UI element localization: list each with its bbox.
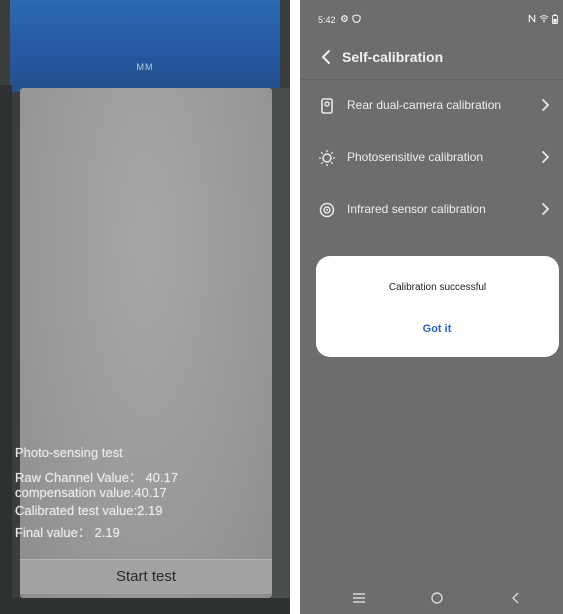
blue-tape: MM — [10, 0, 280, 92]
phone-bezel-right — [272, 88, 290, 614]
shield-icon — [352, 14, 361, 25]
phone-bezel-left — [0, 85, 12, 614]
photo-final-value: Final value： 2.19 — [15, 525, 120, 540]
home-icon[interactable] — [427, 588, 447, 608]
setting-row-infrared-sensor[interactable]: Infrared sensor calibration — [300, 184, 563, 236]
menu-icon[interactable] — [349, 588, 369, 608]
setting-label: Rear dual-camera calibration — [347, 98, 502, 112]
phone-screen: 5:42 Self-calibration Rear dual-camera c… — [300, 0, 563, 614]
setting-label: Infrared sensor calibration — [347, 202, 486, 216]
photo-raw-channel-value: Raw Channel Value： 40.17 — [15, 470, 179, 485]
app-header: Self-calibration — [300, 38, 563, 80]
chevron-right-icon — [541, 98, 551, 112]
status-bar: 5:42 — [300, 0, 563, 38]
wifi-icon — [539, 14, 549, 25]
sun-icon — [318, 149, 336, 167]
setting-row-photosensitive[interactable]: Photosensitive calibration — [300, 132, 563, 184]
battery-icon — [552, 14, 558, 26]
photo-test-title: Photo-sensing test — [15, 445, 123, 460]
got-it-button[interactable]: Got it — [402, 318, 472, 340]
phone-bezel-bottom — [0, 598, 290, 614]
back-arrow-icon[interactable] — [318, 48, 336, 66]
photo-calibrated-value: Calibrated test value:2.19 — [15, 503, 163, 518]
calibration-dialog: Calibration successful Got it — [316, 256, 559, 357]
navigation-bar — [300, 582, 563, 614]
chevron-right-icon — [541, 202, 551, 216]
photo-compensation-value: compensation value:40.17 — [15, 485, 167, 500]
photo-start-test-button: Start test — [20, 559, 272, 594]
tape-label: MM — [136, 62, 154, 72]
gear-icon — [340, 14, 349, 25]
device-photo: MM Photo-sensing test Raw Channel Value：… — [0, 0, 290, 614]
camera-icon — [318, 97, 336, 115]
chevron-right-icon — [541, 150, 551, 164]
page-title: Self-calibration — [342, 49, 444, 65]
setting-row-rear-dual-camera[interactable]: Rear dual-camera calibration — [300, 80, 563, 132]
back-icon[interactable] — [506, 588, 526, 608]
setting-label: Photosensitive calibration — [347, 150, 484, 164]
status-time: 5:42 — [318, 15, 336, 25]
infrared-icon — [318, 201, 336, 219]
dialog-message: Calibration successful — [388, 282, 487, 293]
nfc-icon — [528, 14, 536, 25]
